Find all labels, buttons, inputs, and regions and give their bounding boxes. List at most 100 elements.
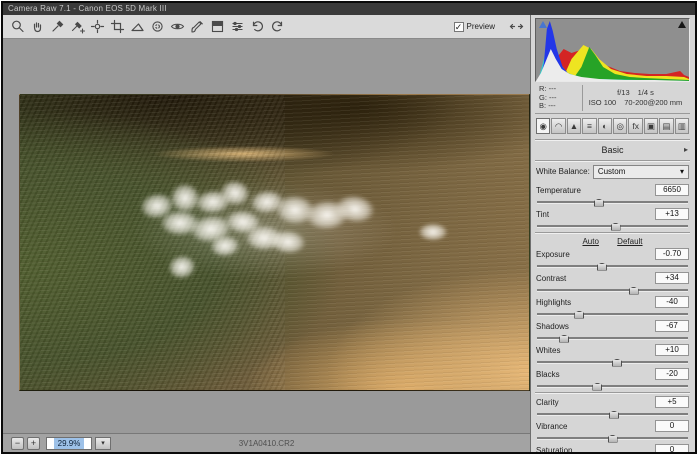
image-canvas[interactable] — [3, 39, 530, 433]
zoom-in-button[interactable]: + — [27, 437, 40, 450]
slider-thumb[interactable] — [611, 223, 621, 231]
white-balance-value: Custom — [598, 167, 626, 176]
slider-value-field[interactable]: -20 — [655, 368, 689, 380]
slider-value-field[interactable]: 6650 — [655, 184, 689, 196]
panel-title: Basic ▸ — [535, 143, 690, 158]
slider-value-field[interactable]: 0 — [655, 444, 689, 452]
histogram-plot — [536, 19, 689, 81]
panel-tabs: ◉ ◠ ▲ ≡ ◐ ◎ fx ▣ ▤ ▥ — [535, 114, 690, 137]
slider-value-field[interactable]: +34 — [655, 272, 689, 284]
shadow-clipping-indicator[interactable] — [539, 21, 547, 28]
window-title: Camera Raw 7.1 - Canon EOS 5D Mark III — [8, 4, 167, 13]
image-pane: ✓ Preview — [3, 15, 531, 452]
slider-value-field[interactable]: -0.70 — [655, 248, 689, 260]
slider-thumb[interactable] — [629, 287, 639, 295]
white-balance-select[interactable]: Custom ▾ — [593, 165, 689, 179]
red-eye-tool-icon[interactable] — [168, 18, 186, 36]
slider-track[interactable] — [537, 333, 688, 342]
slider-thumb[interactable] — [597, 263, 607, 271]
tab-basic[interactable]: ◉ — [536, 118, 550, 134]
tab-tone-curve[interactable]: ◠ — [551, 118, 565, 134]
slider-thumb[interactable] — [592, 383, 602, 391]
hand-tool-icon[interactable] — [28, 18, 46, 36]
crop-tool-icon[interactable] — [108, 18, 126, 36]
slider-value-field[interactable]: +5 — [655, 396, 689, 408]
slider-row: Shadows -67 — [536, 320, 689, 342]
lens-value: 70-200@200 mm — [624, 98, 682, 107]
preview-checkbox[interactable]: ✓ — [454, 22, 464, 32]
slider-track[interactable] — [537, 433, 688, 442]
panel-menu-icon[interactable]: ▸ — [684, 145, 688, 154]
slider-track[interactable] — [537, 409, 688, 418]
slider-thumb[interactable] — [559, 335, 569, 343]
slider-value-field[interactable]: -67 — [655, 320, 689, 332]
photo-preview[interactable] — [19, 94, 530, 391]
slider-track[interactable] — [537, 357, 688, 366]
tab-hsl-grayscale[interactable]: ≡ — [582, 118, 596, 134]
zoom-tool-icon[interactable] — [8, 18, 26, 36]
histogram — [535, 18, 690, 82]
slider-thumb[interactable] — [612, 359, 622, 367]
tone-sliders-group: Exposure -0.70 Contrast +34 — [535, 248, 690, 390]
tab-presets[interactable]: ▤ — [659, 118, 673, 134]
auto-link[interactable]: Auto — [582, 237, 598, 246]
white-balance-tool-icon[interactable] — [48, 18, 66, 36]
tab-detail[interactable]: ▲ — [567, 118, 581, 134]
slider-track[interactable] — [537, 197, 688, 206]
slider-value-field[interactable]: +10 — [655, 344, 689, 356]
tab-lens-corrections[interactable]: ◎ — [613, 118, 627, 134]
targeted-adjustment-tool-icon[interactable] — [88, 18, 106, 36]
title-bar: Camera Raw 7.1 - Canon EOS 5D Mark III — [3, 3, 695, 15]
zoom-level-field[interactable]: 29.9% — [46, 437, 92, 450]
highlight-clipping-indicator[interactable] — [678, 21, 686, 28]
slider-thumb[interactable] — [608, 435, 618, 443]
default-link[interactable]: Default — [617, 237, 642, 246]
zoom-level-dropdown[interactable]: ▾ — [95, 437, 111, 450]
toggle-fullscreen-icon[interactable] — [507, 18, 525, 36]
slider-row: Blacks -20 — [536, 368, 689, 390]
slider-track[interactable] — [537, 309, 688, 318]
photo-bird — [418, 223, 448, 241]
zoom-level-value[interactable]: 29.9% — [54, 438, 85, 449]
slider-label: Tint — [536, 210, 549, 219]
color-sampler-tool-icon[interactable] — [68, 18, 86, 36]
slider-label: Temperature — [536, 186, 581, 195]
preferences-icon[interactable] — [228, 18, 246, 36]
tab-split-toning[interactable]: ◐ — [598, 118, 612, 134]
preview-label: Preview — [467, 22, 495, 31]
slider-label: Contrast — [536, 274, 566, 283]
slider-value-field[interactable]: 0 — [655, 420, 689, 432]
slider-thumb[interactable] — [574, 311, 584, 319]
rotate-cw-icon[interactable] — [268, 18, 286, 36]
preview-toggle[interactable]: ✓ Preview — [454, 22, 495, 32]
tool-bar: ✓ Preview — [3, 15, 530, 39]
divider — [535, 160, 690, 162]
tab-camera-calibration[interactable]: ▣ — [644, 118, 658, 134]
slider-label: Exposure — [536, 250, 570, 259]
graduated-filter-tool-icon[interactable] — [208, 18, 226, 36]
straighten-tool-icon[interactable] — [128, 18, 146, 36]
rotate-ccw-icon[interactable] — [248, 18, 266, 36]
slider-thumb[interactable] — [609, 411, 619, 419]
slider-value-field[interactable]: +13 — [655, 208, 689, 220]
slider-track[interactable] — [537, 285, 688, 294]
divider — [535, 139, 690, 141]
adjustment-brush-tool-icon[interactable] — [188, 18, 206, 36]
slider-value-field[interactable]: -40 — [655, 296, 689, 308]
zoom-out-button[interactable]: − — [11, 437, 24, 450]
aperture-value: f/13 — [617, 88, 630, 97]
slider-track[interactable] — [537, 221, 688, 230]
photo-bird — [269, 228, 307, 255]
slider-thumb[interactable] — [594, 199, 604, 207]
rgb-readout: R: --- G: --- B: --- — [537, 85, 583, 111]
dialog-content: ✓ Preview — [3, 15, 695, 452]
slider-track[interactable] — [537, 261, 688, 270]
tab-snapshots[interactable]: ▥ — [675, 118, 689, 134]
slider-track[interactable] — [537, 381, 688, 390]
slider-label: Blacks — [536, 370, 560, 379]
tab-effects[interactable]: fx — [628, 118, 642, 134]
exif-info: R: --- G: --- B: --- f/131/4 s ISO 10070… — [535, 82, 690, 114]
slider-row: Clarity +5 — [536, 396, 689, 418]
slider-row: Vibrance 0 — [536, 420, 689, 442]
spot-removal-tool-icon[interactable] — [148, 18, 166, 36]
